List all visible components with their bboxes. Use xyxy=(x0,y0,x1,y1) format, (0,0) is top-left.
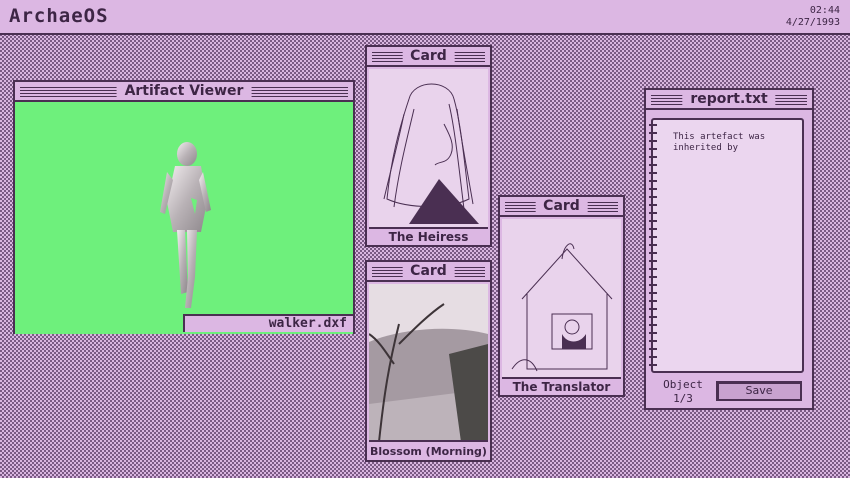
card-caption: Blossom (Morning) xyxy=(370,445,487,458)
card-titlebar[interactable]: Card xyxy=(367,262,490,282)
object-counter-value: 1/3 xyxy=(673,392,693,405)
artifact-viewport[interactable] xyxy=(15,102,353,334)
heiress-illustration xyxy=(369,69,488,229)
card-title: Card xyxy=(402,48,455,64)
artifact-viewer-title: Artifact Viewer xyxy=(116,83,252,99)
object-counter: Object 1/3 xyxy=(656,378,710,406)
card-title: Card xyxy=(402,263,455,279)
report-title: report.txt xyxy=(682,91,776,107)
card-window-translator[interactable]: Card The Translator xyxy=(498,195,625,397)
card-window-blossom[interactable]: Card Blossom (Morning) xyxy=(365,260,492,462)
card-title: Card xyxy=(535,198,588,214)
clock-time: 02:44 xyxy=(809,5,840,16)
menu-bar: ArchaeOS 02:44 4/27/1993 xyxy=(0,0,850,35)
report-document[interactable]: This artefact was inherited by xyxy=(649,118,804,373)
artifact-viewer-window[interactable]: Artifact Viewer walker.dxf xyxy=(13,80,355,334)
clock-date: 4/27/1993 xyxy=(785,17,840,28)
save-button[interactable]: Save xyxy=(716,381,802,401)
card-titlebar[interactable]: Card xyxy=(500,197,623,217)
object-counter-label: Object xyxy=(663,378,703,391)
card-caption: The Heiress xyxy=(388,230,469,244)
artifact-filename: walker.dxf xyxy=(183,314,353,332)
translator-illustration xyxy=(502,219,621,379)
card-window-heiress[interactable]: Card The Heiress xyxy=(365,45,492,247)
report-titlebar[interactable]: report.txt xyxy=(646,90,812,110)
card-titlebar[interactable]: Card xyxy=(367,47,490,67)
walker-model xyxy=(160,142,211,308)
card-caption: The Translator xyxy=(512,380,611,394)
report-text[interactable]: This artefact was inherited by xyxy=(673,132,798,154)
blossom-photo xyxy=(369,284,488,442)
clock: 02:44 4/27/1993 xyxy=(786,5,840,29)
os-title: ArchaeOS xyxy=(9,5,109,27)
report-window[interactable]: report.txt This artefact was inherited b… xyxy=(644,88,814,410)
notebook-spiral-icon xyxy=(649,124,657,369)
artifact-viewer-titlebar[interactable]: Artifact Viewer xyxy=(15,82,353,102)
